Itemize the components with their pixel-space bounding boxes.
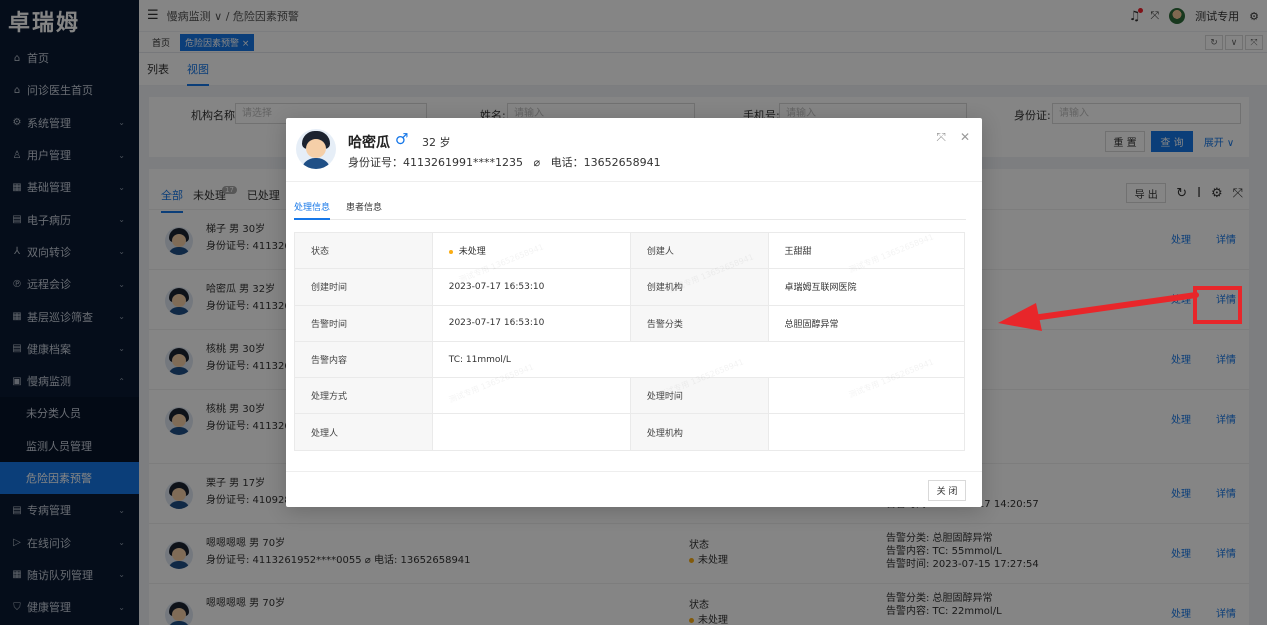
patient-avatar (296, 129, 336, 169)
info-row: 状态 未处理 创建人 王甜甜 (294, 231, 966, 270)
info-value (431, 377, 631, 415)
info-value: 2023-07-17 16:53:10 (431, 304, 631, 342)
eye-slash-icon[interactable]: ⌀ (533, 156, 540, 169)
info-key: 创建时间 (294, 268, 433, 306)
info-key: 处理人 (294, 413, 433, 451)
info-key: 告警时间 (294, 304, 433, 342)
status-text: 未处理 (458, 247, 486, 258)
info-row: 告警内容 TC: 11mmol/L (294, 340, 966, 379)
tab-patient-info[interactable]: 患者信息 (346, 196, 382, 220)
patient-idcard: 身份证号：4113261991****1235 (348, 156, 523, 169)
info-value: 总胆固醇异常 (767, 304, 966, 342)
info-value: 卓瑞姆互联网医院 (767, 268, 966, 306)
info-key: 创建机构 (629, 268, 769, 306)
info-key: 状态 (294, 231, 433, 270)
close-button[interactable]: 关 闭 (928, 480, 966, 501)
patient-phone: 电话：13652658941 (550, 156, 661, 169)
patient-name: 哈密瓜 (348, 135, 390, 151)
info-row: 创建时间 2023-07-17 16:53:10 创建机构 卓瑞姆互联网医院 (294, 268, 966, 306)
info-value: 王甜甜 (767, 231, 966, 270)
info-row: 处理方式 处理时间 (294, 377, 966, 415)
info-value (767, 413, 966, 451)
info-key: 创建人 (629, 231, 769, 270)
info-key: 告警内容 (294, 340, 433, 379)
info-row: 告警时间 2023-07-17 16:53:10 告警分类 总胆固醇异常 (294, 304, 966, 342)
info-row: 处理人 处理机构 (294, 413, 966, 451)
info-value: TC: 11mmol/L (431, 340, 966, 379)
tab-handling-info[interactable]: 处理信息 (294, 196, 331, 220)
info-value (431, 413, 631, 451)
patient-detail-modal: 哈密瓜 ♂ 32 岁 身份证号：4113261991****1235 ⌀ 电话：… (286, 118, 982, 507)
status-dot (448, 249, 453, 254)
male-icon: ♂ (395, 130, 409, 148)
handling-info-table: 状态 未处理 创建人 王甜甜 创建时间 2023-07-17 16:53:10 创建机构 卓瑞… (294, 231, 966, 451)
info-value: 2023-07-17 16:53:10 (431, 268, 631, 306)
highlight-box (1193, 286, 1242, 324)
modal-close-icon[interactable]: ✕ (960, 130, 970, 145)
modal-footer: 关 闭 (286, 471, 982, 507)
modal-tabs: 处理信息 患者信息 (294, 196, 966, 220)
modal-header: 哈密瓜 ♂ 32 岁 身份证号：4113261991****1235 ⌀ 电话：… (286, 118, 982, 182)
patient-id-line: 身份证号：4113261991****1235 ⌀ 电话：13652658941 (348, 154, 661, 170)
info-key: 处理机构 (629, 413, 769, 451)
info-key: 处理方式 (294, 377, 433, 415)
info-key: 处理时间 (629, 377, 769, 415)
info-value: 未处理 (431, 231, 631, 270)
modal-fullscreen-icon[interactable]: ⤧ (936, 130, 946, 145)
info-key: 告警分类 (629, 304, 769, 342)
patient-age: 32 岁 (422, 136, 451, 149)
info-value (767, 377, 966, 415)
annotation-arrow (998, 292, 1199, 331)
